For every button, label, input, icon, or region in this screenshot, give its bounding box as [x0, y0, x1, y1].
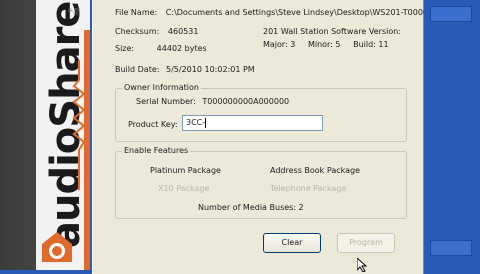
owner-information-group: Owner Information Serial Number: T000000… — [115, 83, 407, 142]
major-version: Major: 3 — [263, 40, 296, 49]
serial-number-row: Serial Number: T000000000A000000 — [136, 97, 289, 106]
telephone-package-option[interactable]: Telephone Package — [270, 184, 346, 193]
checksum-label: Checksum: — [115, 27, 160, 36]
desktop-background — [424, 0, 480, 270]
media-buses-count: Number of Media Buses: 2 — [198, 203, 304, 212]
minor-version: Minor: 5 — [307, 40, 341, 49]
programming-dialog: File Name: C:\Documents and Settings\Ste… — [92, 0, 429, 274]
taskbar-button[interactable] — [430, 240, 472, 256]
text-caret — [205, 117, 207, 128]
brand-accent-bar — [84, 30, 90, 270]
file-name-value: C:\Documents and Settings\Steve Lindsey\… — [165, 8, 429, 17]
x10-package-option[interactable]: X10 Package — [158, 184, 209, 193]
serial-number-value: T000000000A000000 — [202, 97, 290, 106]
file-name-label: File Name: — [115, 8, 158, 17]
software-version-label: 201 Wall Station Software Version: — [263, 27, 402, 36]
build-date-value: 5/5/2010 10:02:01 PM — [166, 65, 255, 74]
size-value: 44402 bytes — [156, 44, 207, 53]
product-key-value: 3CC- — [186, 118, 206, 127]
product-key-label: Product Key: — [128, 120, 178, 129]
program-button[interactable]: Program — [337, 233, 395, 253]
file-name-row: File Name: C:\Documents and Settings\Ste… — [115, 8, 429, 17]
brand-strip: audioShare by d — [0, 0, 90, 270]
window-control-bar — [430, 6, 472, 22]
brand-sub-text: by d — [66, 8, 80, 16]
clear-button[interactable]: Clear — [263, 233, 321, 253]
build-date-row: Build Date: 5/5/2010 10:02:01 PM — [115, 65, 255, 74]
checksum-row: Checksum: 460531 — [115, 27, 198, 36]
home-logo-icon — [42, 232, 72, 262]
serial-number-label: Serial Number: — [136, 97, 196, 106]
enable-features-group: Enable Features Platinum Package Address… — [115, 146, 407, 219]
address-book-package-option[interactable]: Address Book Package — [270, 166, 360, 175]
checksum-value: 460531 — [167, 27, 199, 36]
build-date-label: Build Date: — [115, 65, 160, 74]
owner-information-title: Owner Information — [122, 83, 201, 92]
product-key-input[interactable]: 3CC- — [182, 115, 323, 131]
size-label: Size: — [115, 44, 135, 53]
platinum-package-option[interactable]: Platinum Package — [150, 166, 221, 175]
build-version: Build: 11 — [353, 40, 389, 49]
size-row: Size: 44402 bytes — [115, 44, 207, 53]
version-numbers: Major: 3 Minor: 5 Build: 11 — [263, 40, 389, 49]
enable-features-title: Enable Features — [122, 146, 191, 155]
